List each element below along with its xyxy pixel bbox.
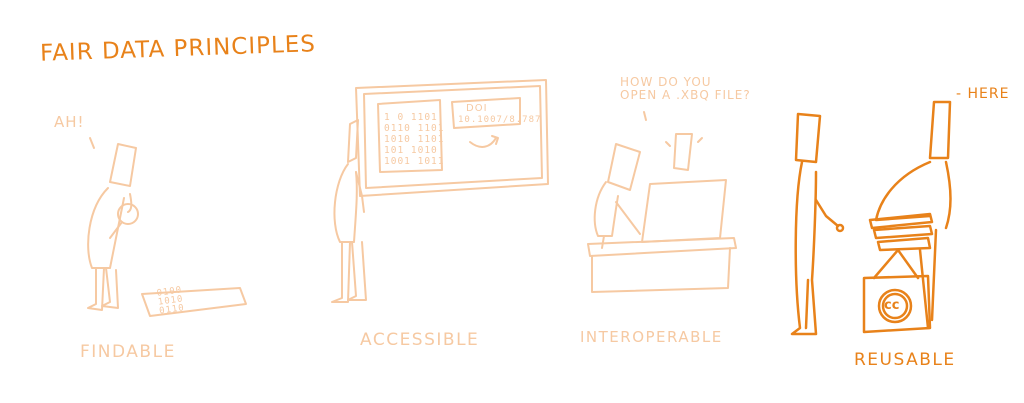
- accessible-illustration: [331, 79, 549, 303]
- panel-reusable: - HERE cc REUSABLE: [780, 80, 1020, 390]
- panel-interoperable: HOW DO YOU OPEN A .XBQ FILE? INTEROPERAB…: [580, 72, 760, 372]
- label-interoperable: INTEROPERABLE: [580, 328, 723, 346]
- board-bits-3: 1010 1101: [384, 134, 445, 145]
- doi-value: 10.1007/8.787: [458, 115, 542, 125]
- cc-badge: cc: [884, 298, 900, 313]
- reusable-illustration: [790, 100, 952, 336]
- interoperable-illustration: [587, 111, 737, 293]
- findable-paper-bits: 0100 1010 0110: [156, 285, 185, 316]
- board-bits-2: 0110 1101: [384, 123, 445, 134]
- label-accessible: ACCESSIBLE: [360, 330, 480, 350]
- board-bits-5: 1001 1011: [384, 156, 445, 167]
- board-bits-4: 101 1010: [384, 145, 438, 156]
- label-findable: FINDABLE: [80, 342, 176, 362]
- label-reusable: REUSABLE: [854, 350, 956, 370]
- panel-accessible: 1 0 1101 0110 1101 1010 1101 101 1010 10…: [320, 72, 560, 372]
- page-title: FAIR DATA PRINCIPLES: [39, 31, 317, 67]
- panel-findable: AH! 0100 1010 0110 FINDABLE: [40, 108, 270, 378]
- data-board-bits: 1 0 1101 0110 1101 1010 1101 101 1010 10…: [384, 112, 444, 167]
- board-bits-1: 1 0 1101: [384, 112, 438, 123]
- findable-illustration: [87, 137, 247, 317]
